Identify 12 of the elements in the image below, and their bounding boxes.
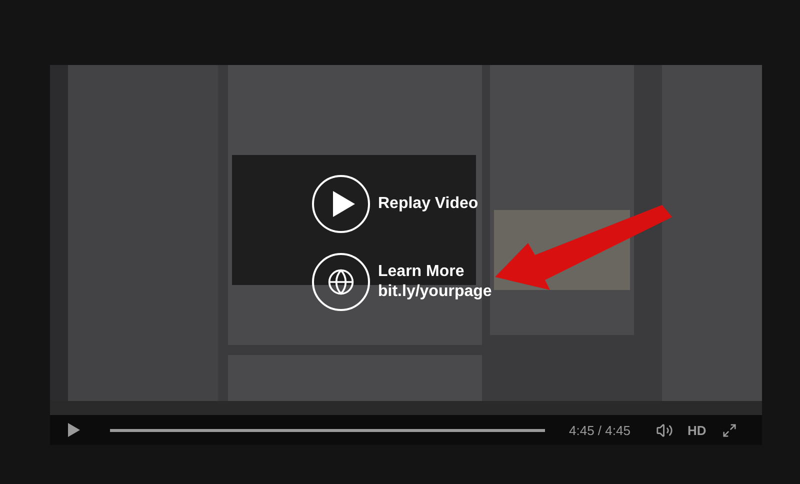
play-icon	[332, 191, 354, 217]
play-button[interactable]	[68, 423, 80, 437]
time-display: 4:45 / 4:45	[569, 422, 630, 438]
progress-bar[interactable]	[110, 428, 545, 432]
fullscreen-button[interactable]	[722, 422, 738, 438]
link-url: bit.ly/yourpage	[378, 282, 492, 302]
volume-button[interactable]	[656, 422, 674, 438]
learn-more-button[interactable]: Learn More bit.ly/yourpage	[312, 253, 492, 311]
globe-icon	[327, 268, 355, 296]
quality-button[interactable]: HD	[687, 422, 706, 438]
play-icon	[68, 423, 80, 437]
replay-video-button[interactable]: Replay Video	[312, 175, 492, 233]
